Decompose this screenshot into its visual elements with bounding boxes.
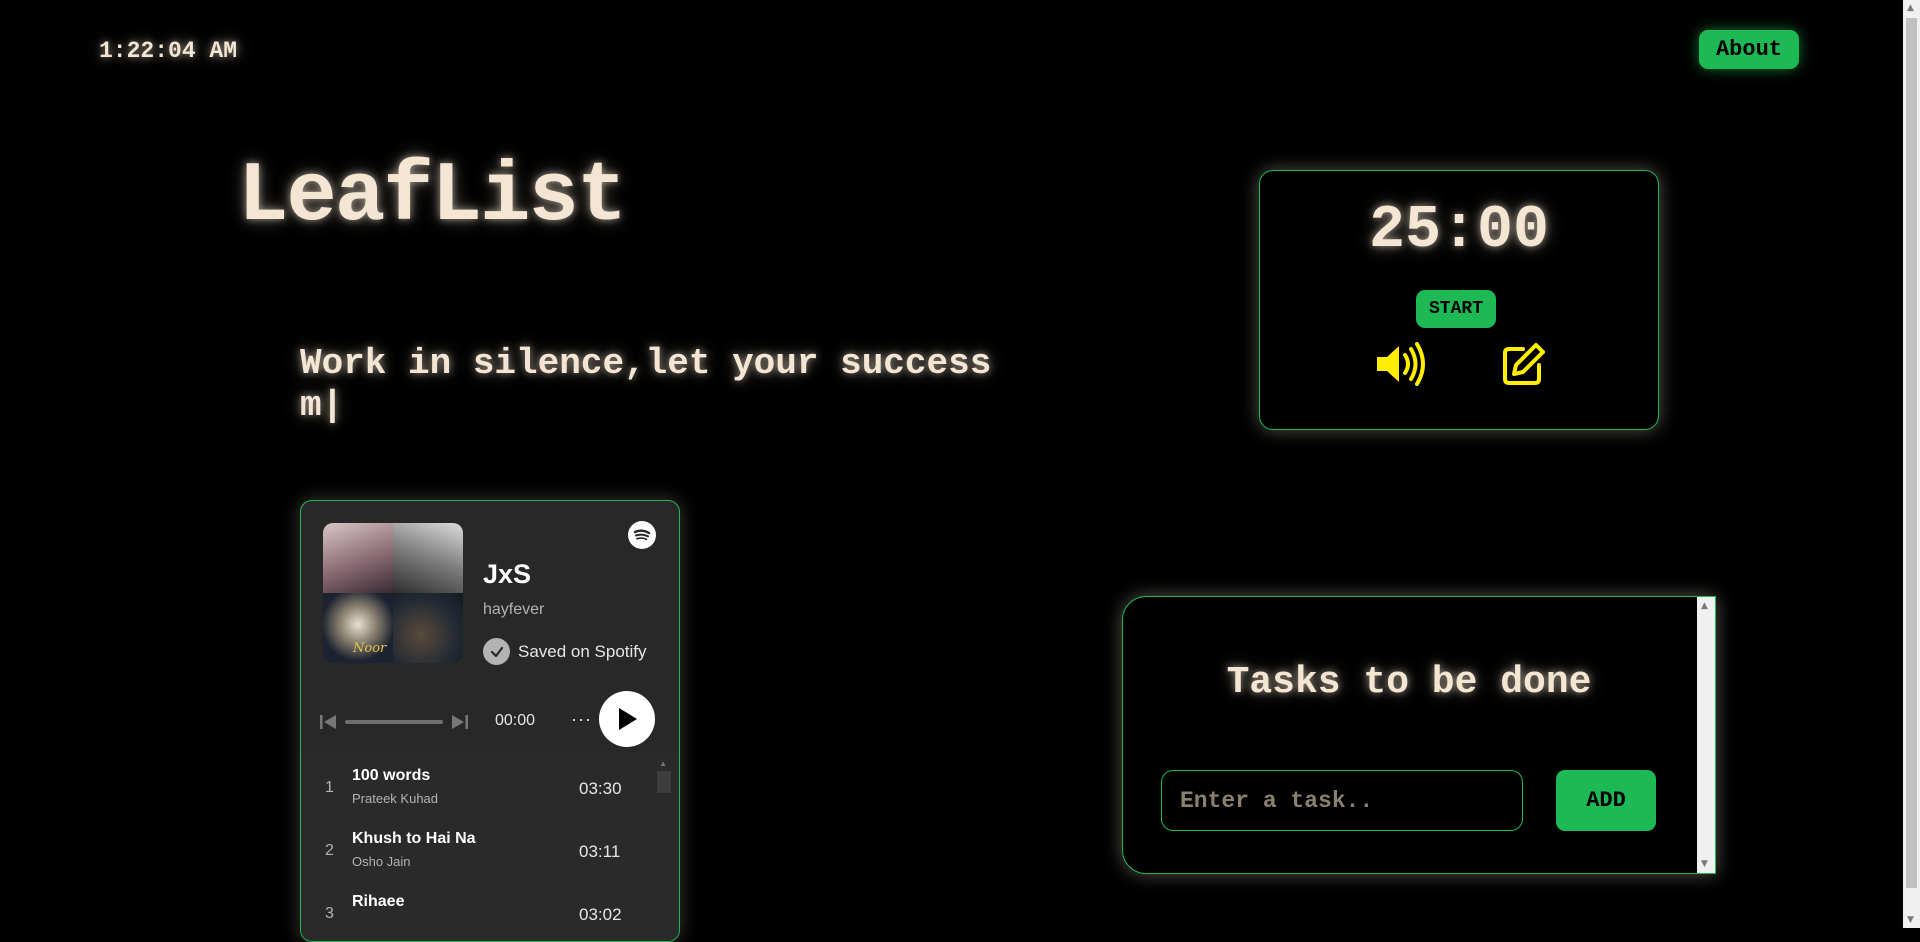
tasks-scrollbar[interactable]: ▲ ▼ (1697, 597, 1715, 873)
spotify-player: Noor JxS hayfever Saved on Spotify 00:00… (300, 500, 680, 942)
next-track-icon[interactable] (451, 713, 469, 731)
progress-bar[interactable] (345, 720, 443, 724)
track-list: ▲ 1 100 words Prateek Kuhad 03:30 2 Khus… (301, 753, 679, 941)
track-artist: Osho Jain (352, 854, 411, 869)
about-button[interactable]: About (1699, 30, 1799, 69)
pomodoro-timer-card: 25:00 START (1259, 170, 1659, 430)
saved-label: Saved on Spotify (518, 641, 647, 661)
page-scroll-thumb[interactable] (1906, 18, 1917, 888)
playlist-owner[interactable]: hayfever (483, 601, 544, 619)
track-artist: Prateek Kuhad (352, 791, 439, 806)
track-name: Rihaee (352, 893, 405, 910)
track-duration: 03:30 (579, 779, 622, 798)
scroll-up-icon[interactable]: ▲ (1907, 3, 1914, 13)
play-icon (619, 708, 637, 730)
track-number: 3 (325, 905, 334, 922)
more-options-icon[interactable]: ··· (571, 709, 592, 730)
tasks-title: Tasks to be done (1226, 661, 1592, 704)
app-title: LeafList (238, 150, 627, 245)
track-duration: 03:11 (579, 842, 621, 861)
playback-controls: 00:00 ··· (319, 691, 659, 751)
track-row[interactable]: 2 Khush to Hai Na Osho Jain 03:11 (301, 820, 656, 882)
track-duration: 03:02 (579, 905, 622, 924)
add-task-button[interactable]: ADD (1556, 770, 1656, 831)
page-scrollbar[interactable]: ▲ ▼ (1903, 0, 1920, 928)
task-input[interactable] (1161, 770, 1523, 831)
scroll-down-icon[interactable]: ▼ (1701, 859, 1708, 869)
clock: 1:22:04 AM (99, 38, 238, 64)
speaker-icon[interactable] (1374, 341, 1426, 387)
track-name: Khush to Hai Na (352, 830, 476, 847)
edit-icon[interactable] (1501, 341, 1553, 387)
previous-track-icon[interactable] (319, 713, 337, 731)
quote-text: Work in silence,let your success m| (300, 343, 992, 426)
track-name: 100 words (352, 767, 431, 784)
playlist-cover: Noor (323, 523, 463, 663)
tasks-card: Tasks to be done ADD ▲ ▼ (1122, 596, 1716, 874)
timer-display: 25:00 (1368, 197, 1550, 265)
saved-status[interactable]: Saved on Spotify (483, 638, 647, 665)
scroll-up-icon[interactable]: ▲ (1701, 601, 1708, 611)
track-list-scrollbar[interactable] (657, 771, 671, 793)
track-row[interactable]: 1 100 words Prateek Kuhad 03:30 (301, 757, 656, 819)
track-number: 2 (325, 842, 334, 859)
time-elapsed: 00:00 (495, 712, 536, 729)
track-row[interactable]: 3 Rihaee 03:02 (301, 883, 656, 941)
scroll-up-icon[interactable]: ▲ (659, 759, 667, 768)
start-button[interactable]: START (1416, 290, 1496, 328)
play-button[interactable] (599, 691, 655, 747)
track-number: 1 (325, 779, 334, 796)
playlist-title[interactable]: JxS (483, 559, 531, 590)
scroll-down-icon[interactable]: ▼ (1907, 915, 1914, 925)
spotify-logo-icon[interactable] (628, 521, 656, 549)
checkmark-icon (483, 638, 510, 665)
